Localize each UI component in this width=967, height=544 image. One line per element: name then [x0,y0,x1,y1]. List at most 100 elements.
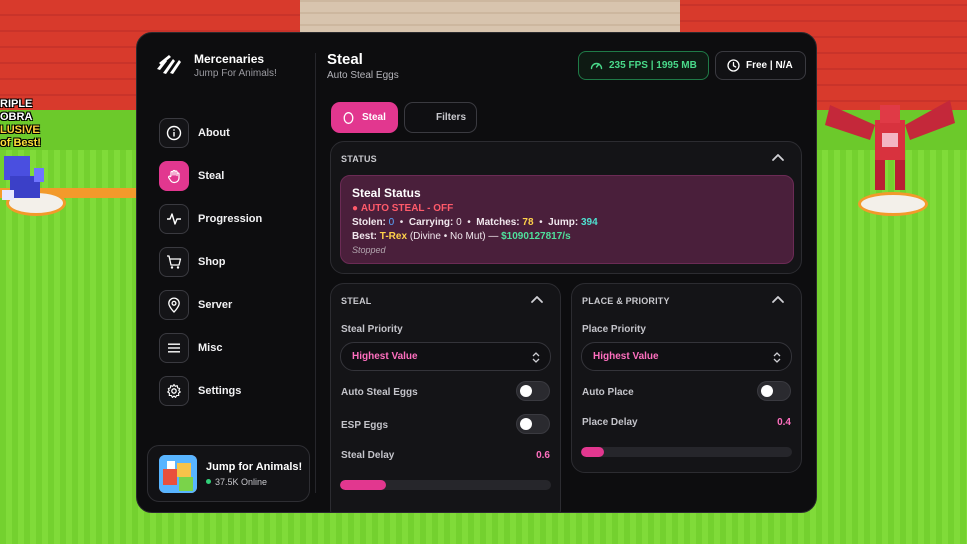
egg-icon [343,112,354,124]
tab-label: Steal [362,112,386,123]
red-dragon [825,100,955,190]
steal-delay-slider[interactable] [340,480,551,490]
online-dot-icon [206,479,211,484]
overhead-sign: RIPLE OBRA LUSIVE of Best! [0,98,41,149]
esp-eggs-toggle[interactable] [516,414,550,434]
brand: Mercenaries Jump For Animals! [155,51,277,79]
tab-filters[interactable]: Filters [404,102,477,133]
steal-delay-label: Steal Delay [341,450,395,461]
carrying-count: 0 [456,217,462,228]
sidebar-item-label: Misc [198,341,223,354]
sidebar-nav: About Steal Progression Shop Server Misc… [159,111,262,412]
location-pin-icon [159,289,189,320]
fps-text: 235 FPS | 1995 MB [609,60,697,71]
game-title: Jump for Animals! [206,460,303,473]
hand-icon [159,160,189,191]
game-thumbnail [159,454,197,493]
status-card-title: Steal Status [352,186,421,200]
steal-delay-value: 0.6 [536,450,550,461]
sidebar-item-progression[interactable]: Progression [159,197,262,240]
sidebar-item-misc[interactable]: Misc [159,326,262,369]
app-subtitle: Jump For Animals! [194,67,277,79]
place-delay-value: 0.4 [777,417,791,428]
auto-steal-eggs-label: Auto Steal Eggs [341,387,418,398]
auto-steal-state: ● AUTO STEAL - OFF [352,203,782,214]
auto-place-label: Auto Place [582,387,634,398]
status-stats: Stolen: 0 • Carrying: 0 • Matches: 78 • … [352,217,598,228]
status-heading: STATUS [341,154,377,164]
sidebar-item-label: Progression [198,212,263,225]
sidebar-item-label: Settings [198,384,242,397]
info-icon [159,117,189,148]
toggle-knob [520,418,532,430]
app-name: Mercenaries [194,51,265,66]
sidebar: Mercenaries Jump For Animals! About Stea… [137,33,315,512]
auto-steal-eggs-toggle[interactable] [516,381,550,401]
cart-icon [159,246,189,277]
place-heading: PLACE & PRIORITY [582,296,670,306]
place-delay-label: Place Delay [582,417,638,428]
steal-priority-value: Highest Value [352,351,418,362]
steal-panel: STEAL Steal Priority Highest Value Auto … [330,283,561,512]
status-panel: STATUS Steal Status ● AUTO STEAL - OFF S… [330,141,802,274]
pulse-icon [159,203,189,234]
jump-count: 394 [580,217,598,228]
steal-status-card: Steal Status ● AUTO STEAL - OFF Stolen: … [340,175,794,264]
place-priority-select[interactable]: Highest Value [581,342,792,371]
online-count-text: 37.5K Online [215,476,268,487]
speedometer-icon [590,62,603,70]
status-state: Stopped [352,245,386,255]
status-dot-icon: ● [352,203,359,214]
place-priority-value: Highest Value [593,351,659,362]
sidebar-divider [315,53,316,493]
place-priority-panel: PLACE & PRIORITY Place Priority Highest … [571,283,802,473]
best-detail: (Divine • No Mut) — [409,231,499,242]
fps-badge: 235 FPS | 1995 MB [578,51,709,80]
steal-priority-label: Steal Priority [341,324,403,335]
sidebar-item-label: Shop [198,255,226,268]
toggle-knob [761,385,773,397]
online-count: 37.5K Online [206,477,302,487]
toggle-knob [520,385,532,397]
sidebar-item-label: Server [198,298,233,311]
mercenaries-logo-icon [157,55,181,74]
sidebar-item-settings[interactable]: Settings [159,369,262,412]
updown-chevron-icon [773,352,781,363]
chevron-up-icon[interactable] [530,294,544,304]
chevron-up-icon[interactable] [771,152,785,162]
sidebar-item-steal[interactable]: Steal [159,154,262,197]
auto-place-toggle[interactable] [757,381,791,401]
sidebar-item-shop[interactable]: Shop [159,240,262,283]
game-card[interactable]: Jump for Animals! 37.5K Online [147,445,310,502]
esp-eggs-label: ESP Eggs [341,420,389,431]
mercenaries-window: Mercenaries Jump For Animals! About Stea… [136,32,817,513]
chevron-up-icon[interactable] [771,294,785,304]
gear-icon [159,375,189,406]
steal-priority-select[interactable]: Highest Value [340,342,551,371]
steal-heading: STEAL [341,296,372,306]
stolen-count: 0 [388,217,395,228]
plan-badge: Free | N/A [715,51,806,80]
slider-fill [581,447,605,457]
menu-icon [159,332,189,363]
page-title: Steal [327,51,363,68]
tab-steal[interactable]: Steal [331,102,398,133]
clock-icon [727,59,740,72]
best-line: Best: T-Rex (Divine • No Mut) — $1090127… [352,231,571,242]
updown-chevron-icon [532,352,540,363]
sidebar-item-about[interactable]: About [159,111,262,154]
slider-fill [340,480,387,490]
place-priority-label: Place Priority [582,324,646,335]
sidebar-item-label: Steal [198,169,225,182]
place-delay-slider[interactable] [581,447,792,457]
matches-count: 78 [522,217,534,228]
best-name: T-Rex [379,231,408,242]
auto-steal-text: AUTO STEAL - OFF [360,203,454,214]
tab-label: Filters [436,112,467,123]
best-rate: $1090127817/s [501,231,571,242]
blue-creature [2,156,44,200]
page-subtitle: Auto Steal Eggs [327,70,399,81]
plan-text: Free | N/A [746,60,793,71]
sidebar-item-label: About [198,126,230,139]
sidebar-item-server[interactable]: Server [159,283,262,326]
